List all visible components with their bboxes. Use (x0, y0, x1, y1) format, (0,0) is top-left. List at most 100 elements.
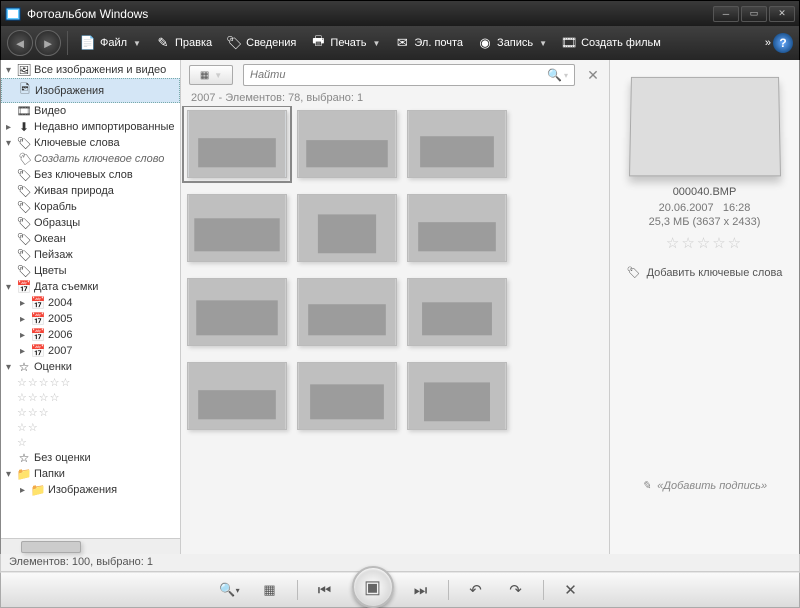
maximize-button[interactable]: ▭ (741, 6, 767, 22)
rating-stars[interactable]: ☆☆☆☆☆ (618, 234, 791, 252)
edit-icon: ✎ (155, 35, 171, 51)
add-caption-link[interactable]: ✎«Добавить подпись» (618, 479, 791, 492)
player-bar: 🔍▾ ▦ ⏮ ▣ ⏭ ↶ ↷ ✕ (0, 572, 800, 608)
burn-label: Запись (497, 37, 533, 49)
forward-button[interactable]: ► (35, 30, 61, 56)
sidebar-kw-none[interactable]: 🏷Без ключевых слов (1, 167, 180, 183)
sidebar-norating[interactable]: ☆Без оценки (1, 450, 180, 466)
movie-menu[interactable]: 🎞 Создать фильм (555, 31, 667, 55)
image-icon: 🖻 (18, 80, 32, 101)
sidebar-rating-1[interactable]: ☆ (1, 435, 180, 450)
sidebar-images[interactable]: 🖻Изображения (1, 78, 180, 103)
sidebar-folder-images[interactable]: ▸📁Изображения (1, 482, 180, 498)
main-area: ▾🖼Все изображения и видео 🖻Изображения 🎞… (0, 60, 800, 554)
delete-button[interactable]: ✕ (558, 577, 584, 603)
star-icon: ☆ (17, 451, 31, 465)
tag-icon: 🏷 (17, 264, 31, 278)
sidebar-kw-landscape[interactable]: 🏷Пейзаж (1, 247, 180, 263)
thumbnail[interactable] (297, 194, 397, 262)
sidebar-all[interactable]: ▾🖼Все изображения и видео (1, 62, 180, 78)
info-date[interactable]: 20.06.2007 (659, 202, 714, 214)
sidebar-rating-3[interactable]: ☆☆☆ (1, 405, 180, 420)
thumbnail[interactable] (187, 110, 287, 178)
thumbsize-button[interactable]: ▦ (257, 577, 283, 603)
email-label: Эл. почта (414, 37, 463, 49)
sidebar-kw-flowers[interactable]: 🏷Цветы (1, 263, 180, 279)
thumbnail[interactable] (407, 110, 507, 178)
view-picker[interactable]: ▦▼ (189, 65, 233, 85)
thumbnail[interactable] (407, 194, 507, 262)
status-bar: Элементов: 100, выбрано: 1 (0, 554, 800, 572)
sidebar-keywords[interactable]: ▾🏷Ключевые слова (1, 135, 180, 151)
thumbnail[interactable] (297, 278, 397, 346)
sidebar-2004[interactable]: ▸📅2004 (1, 295, 180, 311)
window-title: Фотоальбом Windows (27, 7, 148, 21)
next-button[interactable]: ⏭ (408, 577, 434, 603)
sidebar-2005[interactable]: ▸📅2005 (1, 311, 180, 327)
file-menu[interactable]: 📄 Файл▼ (74, 31, 147, 55)
info-time[interactable]: 16:28 (723, 202, 751, 214)
calendar-icon: 📅 (31, 344, 45, 358)
center-pane: ▦▼ 🔍▾ ✕ 2007 - Элементов: 78, выбрано: 1 (181, 60, 609, 554)
thumbnail[interactable] (407, 278, 507, 346)
sidebar-folders[interactable]: ▾📁Папки (1, 466, 180, 482)
edit-menu[interactable]: ✎ Правка (149, 31, 218, 55)
minimize-button[interactable]: ─ (713, 6, 739, 22)
sidebar-rating-2[interactable]: ☆☆ (1, 420, 180, 435)
disc-icon: ◉ (477, 35, 493, 51)
sidebar-video[interactable]: 🎞Видео (1, 103, 180, 119)
sidebar-kw-ship[interactable]: 🏷Корабль (1, 199, 180, 215)
thumbnail[interactable] (187, 362, 287, 430)
thumbnail[interactable] (407, 362, 507, 430)
calendar-icon: 📅 (31, 328, 45, 342)
info-label: Сведения (246, 37, 296, 49)
thumbnail[interactable] (187, 278, 287, 346)
prev-button[interactable]: ⏮ (312, 577, 338, 603)
info-filename[interactable]: 000040.BMP (618, 186, 791, 198)
sidebar-kw-create[interactable]: 🏷Создать ключевое слово (1, 151, 180, 167)
email-menu[interactable]: ✉ Эл. почта (388, 31, 469, 55)
rotate-ccw-button[interactable]: ↶ (463, 577, 489, 603)
sidebar-kw-ocean[interactable]: 🏷Океан (1, 231, 180, 247)
zoom-button[interactable]: 🔍▾ (217, 577, 243, 603)
preview-thumbnail[interactable] (629, 77, 781, 176)
info-menu[interactable]: 🏷 Сведения (220, 31, 302, 55)
sidebar-2006[interactable]: ▸📅2006 (1, 327, 180, 343)
sidebar-date[interactable]: ▾📅Дата съемки (1, 279, 180, 295)
sidebar-ratings[interactable]: ▾☆Оценки (1, 359, 180, 375)
thumbnail-grid[interactable] (181, 106, 609, 554)
rotate-cw-button[interactable]: ↷ (503, 577, 529, 603)
search-input[interactable] (250, 69, 547, 81)
slideshow-button[interactable]: ▣ (352, 566, 394, 608)
sidebar-tree[interactable]: ▾🖼Все изображения и видео 🖻Изображения 🎞… (1, 60, 180, 538)
back-button[interactable]: ◄ (7, 30, 33, 56)
toolbar: ◄ ► 📄 Файл▼ ✎ Правка 🏷 Сведения 🖶 Печать… (0, 26, 800, 60)
close-panel-button[interactable]: ✕ (585, 67, 601, 84)
burn-menu[interactable]: ◉ Запись▼ (471, 31, 553, 55)
close-button[interactable]: ✕ (769, 6, 795, 22)
folder-icon: 📁 (31, 483, 45, 497)
app-icon (5, 6, 21, 22)
sidebar-kw-nature[interactable]: 🏷Живая природа (1, 183, 180, 199)
search-box[interactable]: 🔍▾ (243, 64, 575, 86)
overflow-icon[interactable]: » (765, 37, 771, 49)
calendar-icon: 📅 (17, 280, 31, 294)
sidebar-hscroll[interactable] (1, 538, 180, 554)
search-icon[interactable]: 🔍 (547, 68, 562, 82)
thumbnail[interactable] (187, 194, 287, 262)
thumbnail[interactable] (297, 362, 397, 430)
sidebar-kw-samples[interactable]: 🏷Образцы (1, 215, 180, 231)
sidebar-rating-5[interactable]: ☆☆☆☆☆ (1, 375, 180, 390)
group-header: 2007 - Элементов: 78, выбрано: 1 (181, 90, 609, 106)
import-icon: ⬇ (17, 120, 31, 134)
sidebar-recent[interactable]: ▸⬇Недавно импортированные (1, 119, 180, 135)
print-menu[interactable]: 🖶 Печать▼ (304, 31, 386, 55)
sidebar-rating-4[interactable]: ☆☆☆☆ (1, 390, 180, 405)
print-label: Печать (330, 37, 366, 49)
film-icon: 🎞 (561, 35, 577, 51)
sidebar-2007[interactable]: ▸📅2007 (1, 343, 180, 359)
star-icon: ☆ (17, 360, 31, 374)
add-keywords-link[interactable]: 🏷Добавить ключевые слова (618, 266, 791, 279)
thumbnail[interactable] (297, 110, 397, 178)
help-button[interactable]: ? (773, 33, 793, 53)
